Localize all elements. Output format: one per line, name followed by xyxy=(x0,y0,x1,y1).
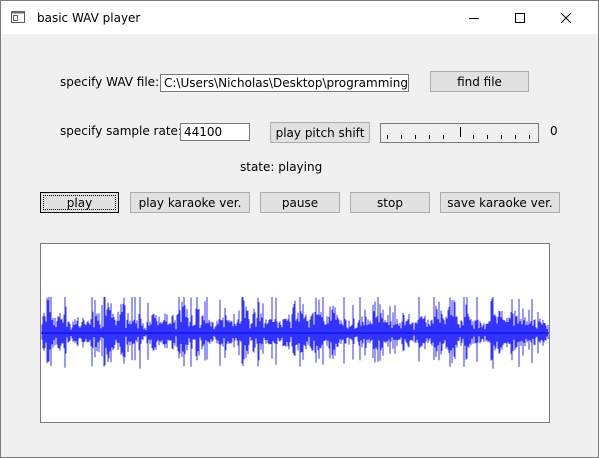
slider-tick xyxy=(387,135,388,139)
find-file-button[interactable]: find file xyxy=(430,71,529,92)
waveform-canvas xyxy=(40,243,550,423)
client-area: specify WAV file: C:\Users\Nicholas\Desk… xyxy=(1,34,598,457)
sample-rate-label: specify sample rate: xyxy=(60,124,182,138)
pitch-shift-value: 0 xyxy=(550,124,558,138)
slider-tick xyxy=(443,135,444,139)
close-icon xyxy=(561,12,571,23)
app-window: basic WAV player specify WAV file: C:\Us… xyxy=(0,0,599,458)
slider-tick xyxy=(487,135,488,139)
sample-rate-input[interactable]: 44100 xyxy=(180,123,250,141)
pitch-shift-slider-thumb[interactable] xyxy=(460,127,461,137)
title-bar[interactable]: basic WAV player xyxy=(1,1,598,34)
wav-file-label: specify WAV file: xyxy=(60,75,160,89)
slider-tick xyxy=(529,135,530,139)
slider-tick xyxy=(429,135,430,139)
maximize-button[interactable] xyxy=(497,1,543,34)
minimize-icon xyxy=(469,17,479,19)
stop-button[interactable]: stop xyxy=(350,192,430,213)
slider-tick xyxy=(473,135,474,139)
slider-tick xyxy=(501,135,502,139)
maximize-icon xyxy=(515,12,525,23)
wav-file-path-input[interactable]: C:\Users\Nicholas\Desktop\programming\b xyxy=(160,74,409,92)
slider-tick xyxy=(401,135,402,139)
play-button[interactable]: play xyxy=(40,192,119,213)
waveform xyxy=(41,297,549,369)
pause-button[interactable]: pause xyxy=(260,192,340,213)
slider-tick xyxy=(515,135,516,139)
window-title: basic WAV player xyxy=(37,11,141,25)
player-state-label: state: playing xyxy=(240,160,323,174)
slider-tick xyxy=(415,135,416,139)
pitch-shift-slider[interactable] xyxy=(380,123,539,143)
save-karaoke-button[interactable]: save karaoke ver. xyxy=(440,192,560,213)
app-icon xyxy=(11,11,25,23)
play-pitch-shift-button[interactable]: play pitch shift xyxy=(270,122,370,143)
waveform-trace xyxy=(41,297,549,369)
play-karaoke-button[interactable]: play karaoke ver. xyxy=(130,192,250,213)
close-button[interactable] xyxy=(543,1,589,34)
minimize-button[interactable] xyxy=(451,1,497,34)
